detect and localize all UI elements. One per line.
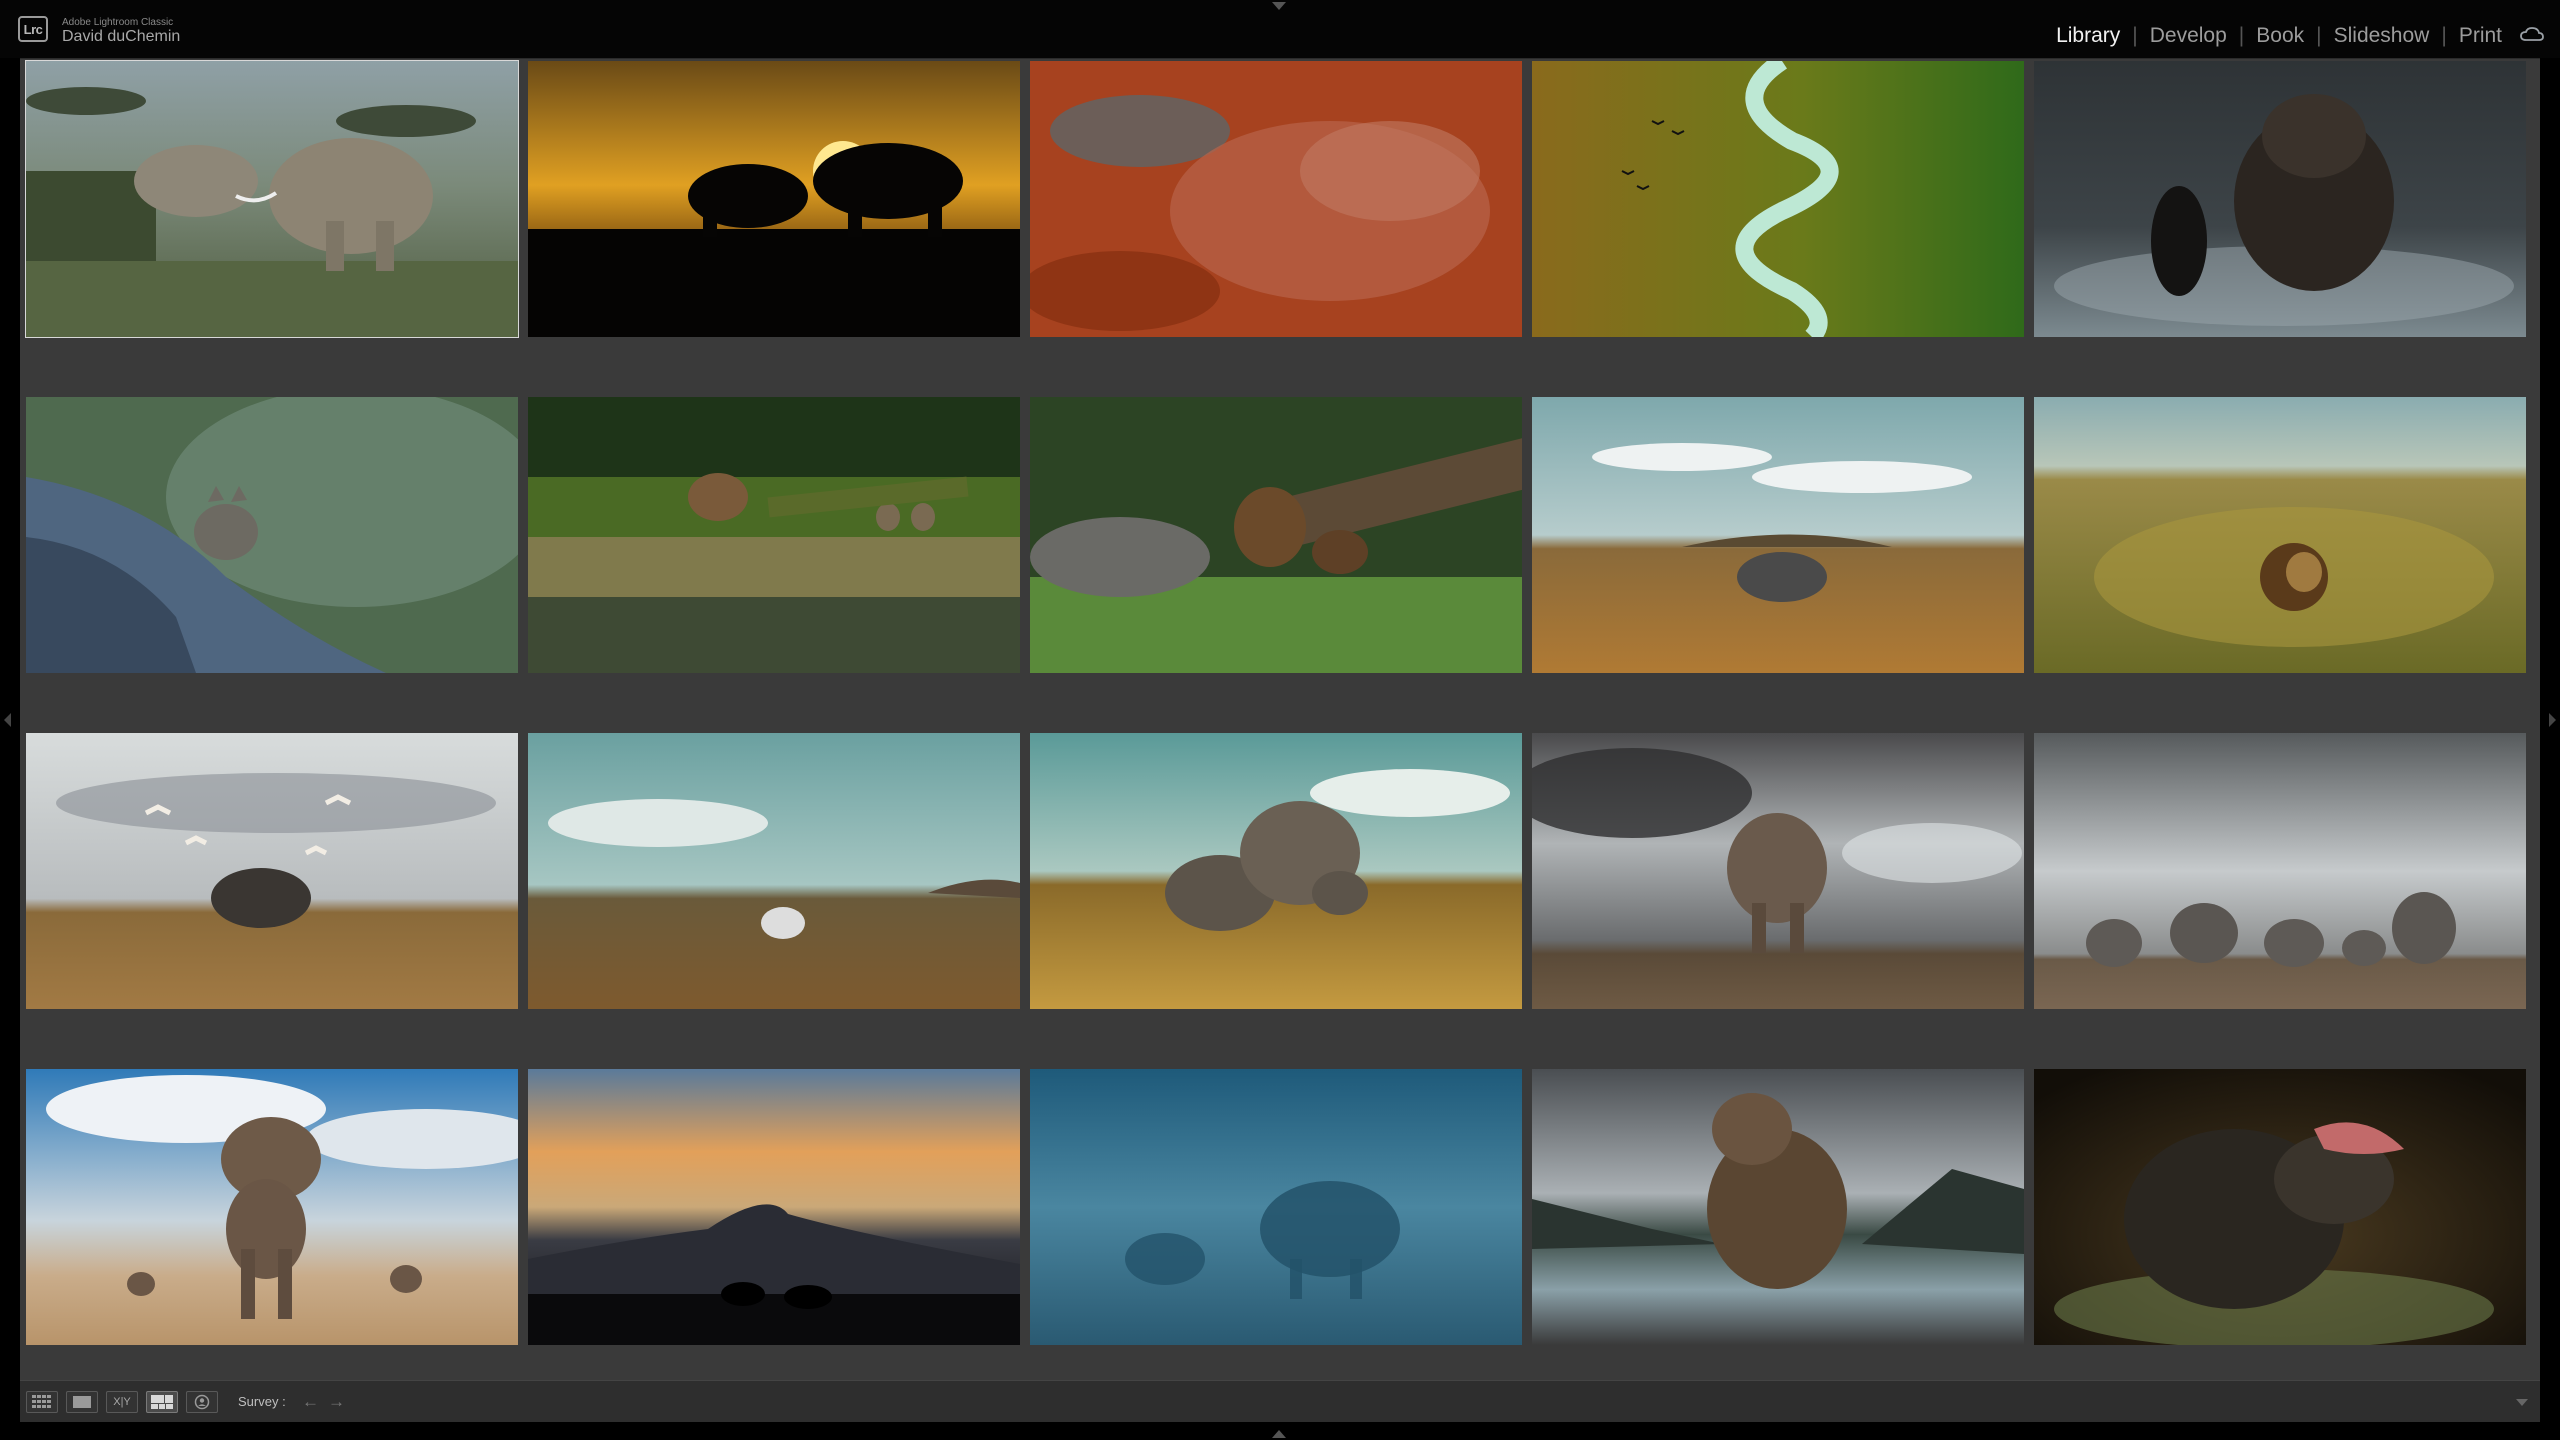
grid-view-button[interactable] <box>26 1391 58 1413</box>
loupe-view-icon <box>73 1396 91 1408</box>
photo-thumbnail[interactable] <box>2034 733 2526 1009</box>
user-name: David duChemin <box>62 28 181 45</box>
identity-plate: Lrc Adobe Lightroom Classic David duChem… <box>0 0 2560 58</box>
module-separator: | <box>2316 24 2322 47</box>
elephants-grass-photo <box>1030 733 1522 1009</box>
module-slideshow[interactable]: Slideshow <box>2334 24 2430 48</box>
grid-view-icon <box>32 1395 51 1408</box>
rhinos-dusk-photo <box>528 1069 1020 1345</box>
rhinos-sunset-photo <box>528 61 1020 337</box>
right-panel-toggle-icon[interactable] <box>2549 713 2556 727</box>
photo-thumbnail[interactable] <box>2034 61 2526 337</box>
previous-photo-arrow-icon[interactable]: ← <box>302 1393 319 1410</box>
rhinos-plain-photo <box>2034 733 2526 1009</box>
left-panel-toggle-icon[interactable] <box>4 713 11 727</box>
rhino-storm-photo <box>1532 733 2024 1009</box>
people-view-button[interactable] <box>186 1391 218 1413</box>
photo-thumbnail[interactable] <box>1532 397 2024 673</box>
otter-photo <box>2034 61 2526 337</box>
bears-river-photo <box>528 397 1020 673</box>
toolbar: X|Y Survey : ← → <box>20 1380 2540 1422</box>
photo-thumbnail[interactable] <box>1532 61 2024 337</box>
photo-thumbnail[interactable] <box>528 1069 1020 1345</box>
survey-mode-label: Survey : <box>238 1394 286 1409</box>
photo-thumbnail[interactable] <box>1030 61 1522 337</box>
module-library[interactable]: Library <box>2056 24 2120 48</box>
next-photo-arrow-icon[interactable]: → <box>328 1393 345 1410</box>
module-separator: | <box>2132 24 2138 47</box>
people-view-icon <box>194 1394 210 1410</box>
survey-view <box>20 58 2540 1381</box>
module-separator: | <box>2238 24 2245 47</box>
module-develop[interactable]: Develop <box>2150 24 2227 48</box>
photo-thumbnail[interactable] <box>2034 397 2526 673</box>
lrc-logo: Lrc <box>18 16 48 42</box>
cloud-sync-icon[interactable] <box>2520 26 2544 42</box>
compare-view-icon: X|Y <box>113 1396 131 1408</box>
lion-photo <box>2034 397 2526 673</box>
aerial-red-photo <box>1030 61 1522 337</box>
toolbar-menu-chevron-down-icon[interactable] <box>2516 1399 2528 1406</box>
module-print[interactable]: Print <box>2459 24 2502 48</box>
rhino-birds-photo <box>26 733 518 1009</box>
bottom-panel-toggle-icon[interactable] <box>1272 1430 1286 1438</box>
photo-thumbnail[interactable] <box>528 733 1020 1009</box>
app-name: Adobe Lightroom Classic <box>62 17 174 28</box>
bear-salmon-photo <box>2034 1069 2526 1345</box>
survey-view-icon <box>151 1395 173 1409</box>
photo-thumbnail[interactable] <box>25 60 519 338</box>
module-picker: Library | Develop | Book | Slideshow | P… <box>2056 24 2502 48</box>
bears-forest-photo <box>1030 397 1522 673</box>
photo-thumbnail[interactable] <box>1532 733 2024 1009</box>
photo-thumbnail[interactable] <box>1030 733 1522 1009</box>
photo-thumbnail[interactable] <box>1532 1069 2024 1345</box>
top-panel-toggle-icon[interactable] <box>1272 2 1286 10</box>
survey-view-button[interactable] <box>146 1391 178 1413</box>
module-separator: | <box>2441 24 2447 47</box>
bear-lake-photo <box>1532 1069 2024 1345</box>
loupe-view-button[interactable] <box>66 1391 98 1413</box>
photo-thumbnail[interactable] <box>26 1069 518 1345</box>
photo-thumbnail[interactable] <box>1030 1069 1522 1345</box>
photo-thumbnail[interactable] <box>528 397 1020 673</box>
photo-thumbnail[interactable] <box>1030 397 1522 673</box>
aerial-green-photo <box>1532 61 2024 337</box>
wolf-photo <box>26 397 518 673</box>
rhino-grassland-photo <box>1532 397 2024 673</box>
photo-grid <box>25 60 2526 1345</box>
module-book[interactable]: Book <box>2256 24 2304 48</box>
photo-thumbnail[interactable] <box>26 397 518 673</box>
elephant-desert-photo <box>26 1069 518 1345</box>
photo-thumbnail[interactable] <box>528 61 1020 337</box>
compare-view-button[interactable]: X|Y <box>106 1391 138 1413</box>
photo-thumbnail[interactable] <box>2034 1069 2526 1345</box>
elephants-photo <box>26 61 518 337</box>
zebra-photo <box>528 733 1020 1009</box>
photo-thumbnail[interactable] <box>26 733 518 1009</box>
elephants-fog-photo <box>1030 1069 1522 1345</box>
